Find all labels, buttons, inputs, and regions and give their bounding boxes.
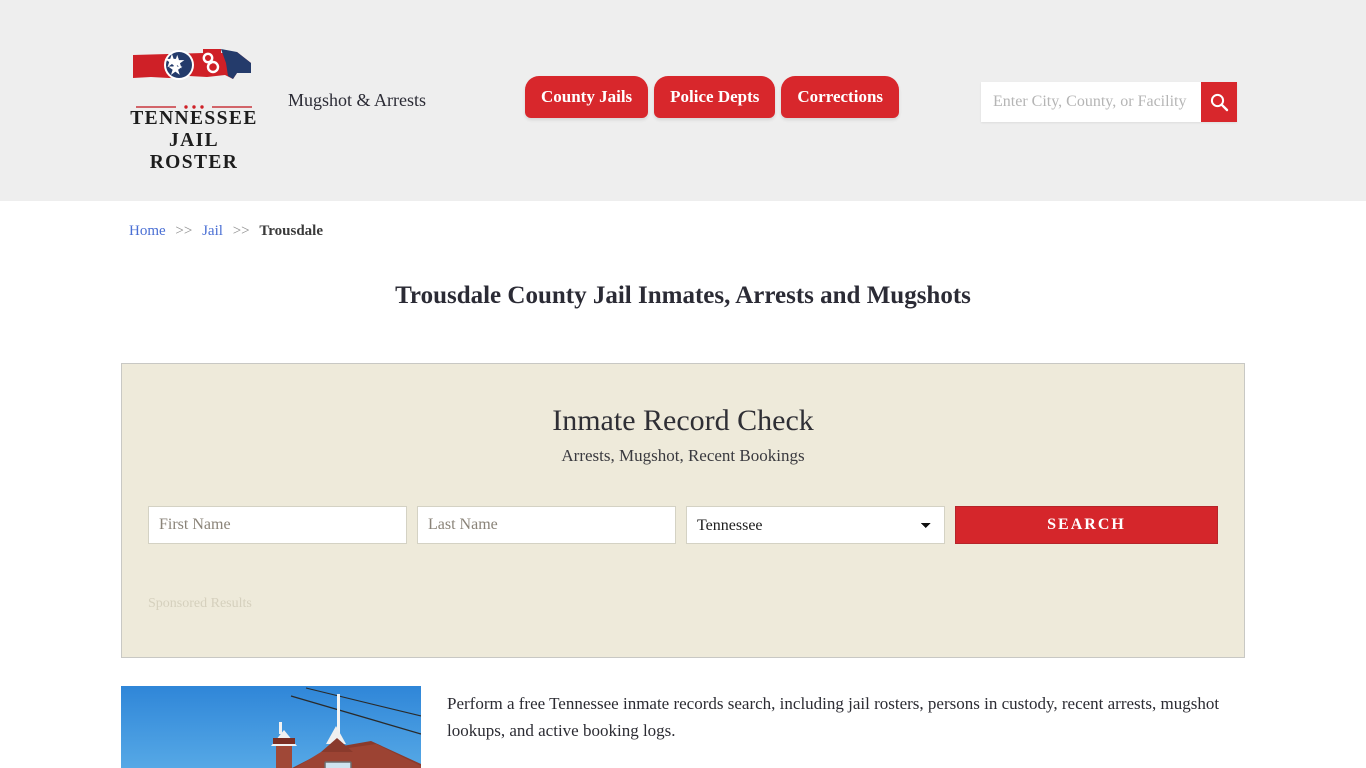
logo-text-line1: TENNESSEE (130, 108, 258, 129)
panel-title: Inmate Record Check (552, 404, 814, 437)
article-section: Perform a free Tennessee inmate records … (121, 686, 1245, 768)
breadcrumb-item-home[interactable]: Home (129, 223, 166, 239)
last-name-input[interactable] (417, 506, 676, 544)
breadcrumb-item-current: Trousdale (259, 223, 323, 239)
inmate-record-check-panel: Inmate Record Check Arrests, Mugshot, Re… (121, 363, 1245, 658)
content-wrapper: Home >> Jail >> Trousdale Trousdale Coun… (113, 201, 1253, 768)
logo-divider (136, 98, 252, 109)
article-body: Perform a free Tennessee inmate records … (447, 686, 1245, 768)
logo-text-line2: JAIL ROSTER (149, 130, 239, 173)
site-logo[interactable]: TENNESSEE JAIL ROSTER (129, 45, 259, 174)
breadcrumb-item-jail[interactable]: Jail (202, 223, 223, 239)
breadcrumb-separator: >> (175, 223, 193, 239)
nav-item-police-depts[interactable]: Police Depts (654, 76, 776, 118)
header-search-button[interactable] (1201, 82, 1237, 122)
sponsored-results-label: Sponsored Results (148, 596, 252, 611)
main-navigation: County Jails Police Depts Corrections (525, 76, 900, 118)
article-paragraph-1: Perform a free Tennessee inmate records … (447, 694, 1220, 740)
courthouse-photo (121, 686, 421, 768)
courthouse-photo-image (121, 686, 421, 768)
site-header: TENNESSEE JAIL ROSTER Mugshot & Arrests … (0, 0, 1366, 201)
header-inner: TENNESSEE JAIL ROSTER Mugshot & Arrests … (113, 0, 1253, 201)
breadcrumb-separator: >> (232, 223, 250, 239)
inmate-search-button[interactable]: SEARCH (955, 506, 1218, 544)
first-name-input[interactable] (148, 506, 407, 544)
search-icon (1210, 93, 1229, 112)
breadcrumb: Home >> Jail >> Trousdale (113, 201, 1253, 240)
site-tagline: Mugshot & Arrests (288, 90, 427, 110)
tennessee-state-shape-icon (133, 49, 251, 80)
nav-item-county-jails[interactable]: County Jails (525, 76, 649, 118)
page-title: Trousdale County Jail Inmates, Arrests a… (395, 282, 971, 309)
header-search (981, 82, 1237, 122)
state-select[interactable]: Tennessee (686, 506, 945, 544)
panel-subtitle: Arrests, Mugshot, Recent Bookings (561, 446, 805, 465)
header-search-input[interactable] (981, 82, 1201, 122)
inmate-search-form: Tennessee SEARCH (148, 506, 1218, 544)
nav-item-corrections[interactable]: Corrections (781, 76, 900, 118)
